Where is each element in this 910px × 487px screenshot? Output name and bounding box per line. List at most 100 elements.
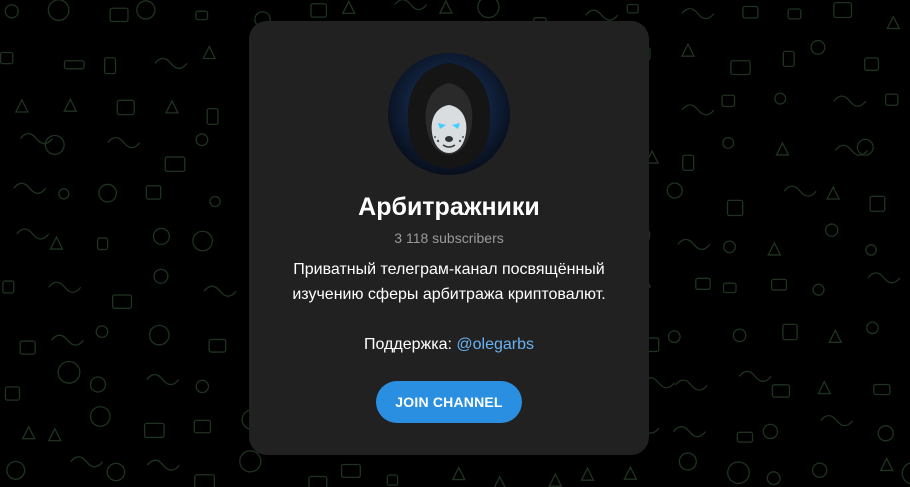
doodle-shape — [867, 272, 901, 284]
doodle-shape — [817, 380, 832, 395]
doodle-shape — [209, 195, 221, 208]
doodle-shape — [47, 0, 70, 22]
doodle-shape — [877, 425, 894, 442]
doodle-shape — [787, 8, 802, 20]
channel-avatar — [388, 53, 510, 175]
doodle-shape — [833, 95, 867, 107]
doodle-shape — [820, 414, 854, 427]
join-channel-button[interactable]: JOIN CHANNEL — [376, 381, 522, 423]
doodle-shape — [58, 188, 70, 200]
doodle-shape — [477, 0, 500, 19]
support-link[interactable]: @olegarbs — [456, 336, 534, 353]
doodle-shape — [873, 383, 891, 396]
description-line: Приватный телеграм-канал посвящённый — [293, 261, 605, 278]
doodle-shape — [103, 57, 117, 75]
doodle-shape — [672, 426, 706, 438]
doodle-shape — [493, 475, 506, 487]
doodle-shape — [548, 472, 563, 487]
hooded-cat-icon — [388, 53, 510, 175]
doodle-shape — [667, 330, 681, 344]
doodle-shape — [771, 384, 791, 398]
doodle-shape — [695, 277, 711, 290]
doodle-shape — [826, 185, 841, 200]
doodle-shape — [152, 227, 171, 246]
doodle-shape — [47, 427, 62, 442]
doodle-shape — [4, 386, 21, 401]
doodle-shape — [726, 199, 744, 217]
doodle-shape — [193, 419, 212, 434]
doodle-shape — [828, 328, 843, 343]
doodle-shape — [239, 450, 262, 473]
doodle-shape — [774, 92, 787, 105]
doodle-shape — [901, 462, 910, 485]
channel-description: Приватный телеграм-канал посвящённый изу… — [269, 257, 629, 307]
doodle-shape — [864, 57, 880, 71]
doodle-shape — [148, 324, 170, 346]
doodle-shape — [865, 244, 877, 256]
doodle-shape — [19, 340, 36, 355]
doodle-shape — [153, 268, 169, 284]
doodle-shape — [164, 99, 180, 114]
doodle-shape — [0, 51, 14, 65]
doodle-shape — [742, 5, 759, 19]
doodle-shape — [722, 137, 735, 149]
doodle-shape — [732, 328, 747, 343]
doodle-shape — [109, 7, 129, 23]
doodle-shape — [341, 0, 356, 15]
doodle-shape — [762, 423, 779, 440]
doodle-shape — [722, 282, 737, 294]
doodle-shape — [681, 104, 715, 116]
doodle-shape — [585, 9, 619, 21]
doodle-shape — [14, 98, 29, 113]
doodle-shape — [386, 474, 399, 486]
doodle-shape — [738, 370, 772, 383]
doodle-shape — [812, 283, 825, 296]
doodle-shape — [194, 474, 215, 487]
doodle-shape — [666, 182, 683, 199]
doodle-shape — [766, 471, 781, 486]
doodle-shape — [89, 376, 107, 393]
doodle-shape — [730, 60, 751, 76]
doodle-shape — [206, 107, 219, 126]
doodle-shape — [2, 280, 15, 294]
doodle-shape — [70, 456, 104, 468]
doodle-shape — [682, 154, 695, 172]
doodle-shape — [394, 0, 428, 11]
doodle-shape — [678, 452, 697, 471]
doodle-shape — [736, 431, 754, 443]
doodle-shape — [810, 39, 826, 55]
doodle-shape — [767, 241, 782, 256]
doodle-shape — [340, 463, 361, 479]
description-line: изучению сферы арбитража криптовалют. — [292, 286, 606, 303]
doodle-shape — [51, 334, 85, 346]
doodle-shape — [48, 281, 82, 293]
doodle-shape — [623, 465, 638, 480]
channel-title: Арбитражники — [358, 193, 540, 221]
support-line: Поддержка: @olegarbs — [249, 332, 649, 357]
doodle-shape — [13, 182, 47, 194]
doodle-shape — [106, 462, 126, 482]
doodle-shape — [195, 379, 210, 394]
doodle-shape — [111, 294, 133, 309]
doodle-shape — [145, 185, 162, 200]
doodle-shape — [98, 183, 118, 203]
doodle-shape — [721, 94, 736, 108]
channel-card: Арбитражники 3 118 subscribers Приватный… — [249, 21, 649, 455]
doodle-shape — [782, 50, 795, 68]
doodle-shape — [49, 235, 64, 250]
doodle-shape — [107, 136, 141, 149]
doodle-shape — [824, 223, 839, 237]
doodle-shape — [451, 466, 466, 481]
doodle-shape — [879, 456, 894, 472]
doodle-shape — [869, 195, 886, 212]
doodle-shape — [143, 422, 165, 439]
doodle-shape — [308, 475, 328, 487]
doodle-shape — [770, 278, 788, 291]
doodle-shape — [833, 1, 853, 19]
doodle-shape — [626, 3, 639, 14]
doodle-shape — [116, 99, 135, 116]
doodle-shape — [680, 42, 696, 57]
doodle-shape — [44, 134, 65, 155]
doodle-shape — [866, 321, 879, 335]
doodle-shape — [164, 156, 186, 173]
